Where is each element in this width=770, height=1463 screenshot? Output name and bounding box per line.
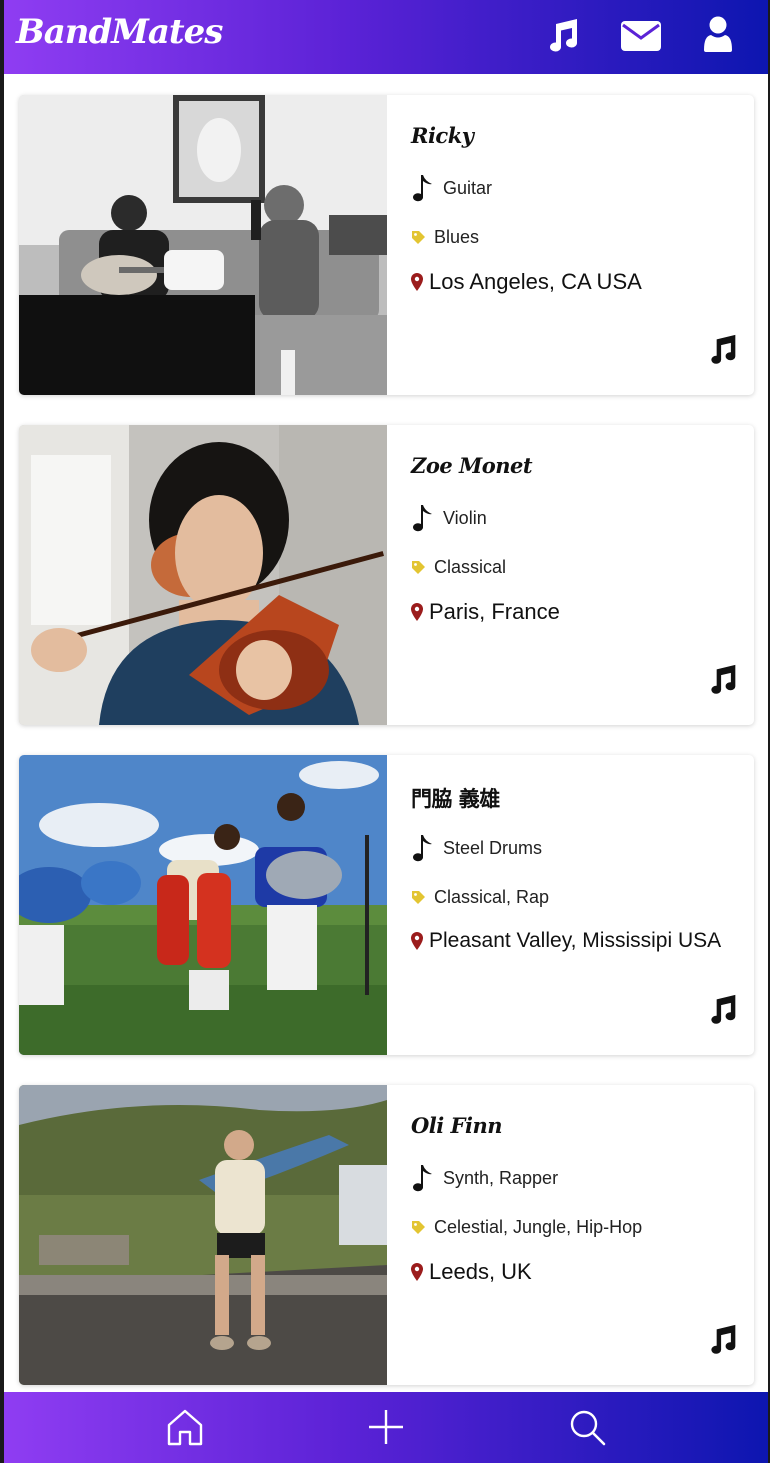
instrument-row: Guitar <box>411 173 492 203</box>
musician-info: Oli Finn Synth, Rapper Celestial, Jungle… <box>411 1085 751 1385</box>
musician-name[interactable]: Oli Finn <box>411 1113 502 1138</box>
genre-text: Classical, Rap <box>434 887 550 907</box>
music-note-button[interactable] <box>706 1324 738 1361</box>
music-note-button[interactable] <box>706 334 738 371</box>
musician-name[interactable]: 門脇 義雄 <box>411 783 500 813</box>
musician-feed[interactable]: Ricky Guitar Blues Los Angeles, CA USA Z… <box>4 74 768 1392</box>
envelope-icon[interactable] <box>621 21 661 51</box>
musician-card[interactable]: Oli Finn Synth, Rapper Celestial, Jungle… <box>19 1085 754 1385</box>
tag-icon <box>411 560 426 575</box>
musician-photo[interactable] <box>19 755 387 1055</box>
musician-card[interactable]: 門脇 義雄 Steel Drums Classical, Rap Pleasan… <box>19 755 754 1055</box>
home-icon[interactable] <box>166 1408 204 1446</box>
bottom-nav-bar <box>4 1392 768 1463</box>
music-note-button[interactable] <box>706 664 738 701</box>
location-text: Leeds, UK <box>429 1259 532 1284</box>
music-icon[interactable] <box>544 18 580 54</box>
musician-info: Ricky Guitar Blues Los Angeles, CA USA <box>411 95 751 395</box>
musician-photo[interactable] <box>19 425 387 725</box>
genre-row: Celestial, Jungle, Hip-Hop <box>411 1217 642 1238</box>
musician-photo[interactable] <box>19 1085 387 1385</box>
eighth-note-icon <box>411 173 435 203</box>
musician-card[interactable]: Ricky Guitar Blues Los Angeles, CA USA <box>19 95 754 395</box>
tag-icon <box>411 1220 426 1235</box>
genre-text: Classical <box>434 557 507 577</box>
location-row: Pleasant Valley, Mississipi USA <box>411 929 721 953</box>
plus-icon[interactable] <box>367 1408 405 1446</box>
search-icon[interactable] <box>568 1408 606 1446</box>
music-note-button[interactable] <box>706 994 738 1031</box>
instrument-text: Steel Drums <box>443 837 543 858</box>
location-row: Leeds, UK <box>411 1259 532 1285</box>
map-marker-icon <box>411 932 423 950</box>
location-row: Los Angeles, CA USA <box>411 269 642 295</box>
musician-info: 門脇 義雄 Steel Drums Classical, Rap Pleasan… <box>411 755 751 1055</box>
genre-row: Classical, Rap <box>411 887 549 908</box>
musician-name[interactable]: Ricky <box>411 123 474 148</box>
tag-icon <box>411 890 426 905</box>
top-app-bar: BandMates <box>4 0 768 74</box>
instrument-row: Steel Drums <box>411 833 542 863</box>
map-marker-icon <box>411 273 423 291</box>
location-text: Pleasant Valley, Mississipi USA <box>429 929 722 952</box>
genre-row: Blues <box>411 227 479 248</box>
musician-photo[interactable] <box>19 95 387 395</box>
genre-row: Classical <box>411 557 506 578</box>
map-marker-icon <box>411 603 423 621</box>
instrument-text: Guitar <box>443 177 493 198</box>
instrument-row: Synth, Rapper <box>411 1163 558 1193</box>
genre-text: Blues <box>434 227 480 247</box>
instrument-text: Synth, Rapper <box>443 1167 559 1188</box>
eighth-note-icon <box>411 503 435 533</box>
instrument-row: Violin <box>411 503 487 533</box>
eighth-note-icon <box>411 1163 435 1193</box>
eighth-note-icon <box>411 833 435 863</box>
musician-info: Zoe Monet Violin Classical Paris, France <box>411 425 751 725</box>
genre-text: Celestial, Jungle, Hip-Hop <box>434 1217 643 1237</box>
map-marker-icon <box>411 1263 423 1281</box>
musician-name[interactable]: Zoe Monet <box>411 453 533 478</box>
location-text: Los Angeles, CA USA <box>429 269 642 294</box>
location-row: Paris, France <box>411 599 560 625</box>
instrument-text: Violin <box>443 507 487 528</box>
tag-icon <box>411 230 426 245</box>
app-logo[interactable]: BandMates <box>16 12 223 52</box>
location-text: Paris, France <box>429 599 560 624</box>
musician-card[interactable]: Zoe Monet Violin Classical Paris, France <box>19 425 754 725</box>
user-icon[interactable] <box>704 16 732 52</box>
